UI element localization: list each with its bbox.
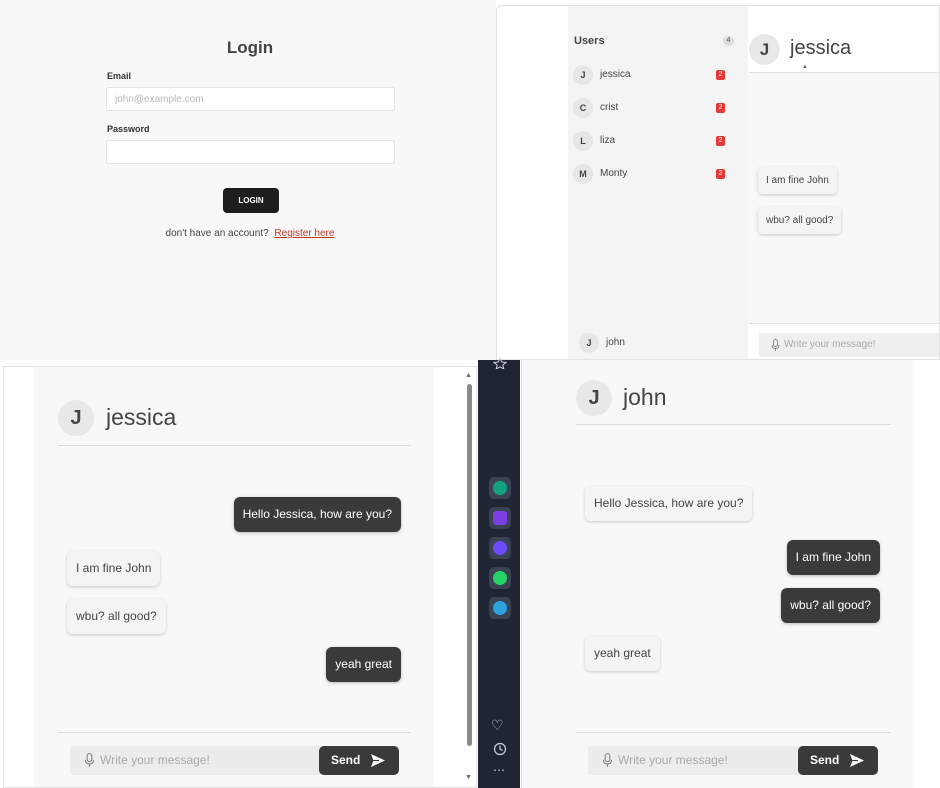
send-label: Send <box>331 753 361 767</box>
bookmark-star-icon[interactable] <box>493 357 507 369</box>
scroll-up-icon[interactable]: ▲ <box>802 64 808 70</box>
message-bubble-received: wbu? all good? <box>67 599 166 634</box>
message-bubble-sent: Hello Jessica, how are you? <box>233 497 401 532</box>
message-bubble: wbu? all good? <box>758 207 842 234</box>
send-arrow-icon <box>371 754 385 767</box>
telegram-icon[interactable] <box>489 597 511 619</box>
register-prompt: don't have an account? Register here <box>0 228 500 239</box>
chat-header-avatar: J <box>749 34 780 65</box>
browser-sidebar-dock: ♡ ⋯ <box>478 357 520 788</box>
send-arrow-icon <box>850 754 864 767</box>
chat-header-name: jessica <box>790 37 852 59</box>
microphone-icon[interactable] <box>771 339 780 352</box>
user-item-monty[interactable]: M Monty 2 <box>573 164 733 186</box>
unread-badge: 2 <box>716 103 725 113</box>
message-bubble-received: I am fine John <box>67 551 161 586</box>
microphone-icon[interactable] <box>602 753 613 768</box>
message-placeholder: Write your message! <box>784 339 876 350</box>
user-name: crist <box>600 102 619 113</box>
message-placeholder: Write your message! <box>618 753 728 767</box>
send-label: Send <box>810 753 840 767</box>
unread-badge: 2 <box>716 70 725 80</box>
input-divider <box>749 323 939 324</box>
send-button[interactable]: Send <box>319 746 399 775</box>
chat-header-avatar: J <box>576 380 612 416</box>
current-user: J john <box>579 333 739 355</box>
password-input[interactable] <box>106 140 395 164</box>
scroll-up-icon[interactable]: ▲ <box>465 372 472 379</box>
current-user-name: john <box>606 337 625 348</box>
email-input[interactable] <box>106 87 395 111</box>
message-bubble-received: yeah great <box>585 636 660 671</box>
send-button[interactable]: Send <box>798 746 878 775</box>
page-scrollbar[interactable] <box>467 384 472 746</box>
whatsapp-icon[interactable] <box>489 567 511 589</box>
avatar: M <box>573 164 593 184</box>
message-input[interactable]: Write your message! <box>70 746 324 775</box>
user-name: Monty <box>600 168 628 179</box>
users-sidebar: Users 4 J jessica 2 C crist 2 L liza 2 M… <box>568 6 808 359</box>
email-label: Email <box>107 71 132 81</box>
login-title: Login <box>226 38 274 57</box>
chat-header-avatar: J <box>58 400 94 436</box>
users-title: Users <box>574 35 605 47</box>
more-icon[interactable]: ⋯ <box>493 763 505 777</box>
favorites-icon[interactable]: ♡ <box>491 717 504 734</box>
chat-header-name: john <box>623 384 667 410</box>
register-link[interactable]: Register here <box>274 228 334 239</box>
login-button[interactable]: LOGIN <box>223 188 279 213</box>
message-bubble-sent: yeah great <box>326 647 401 682</box>
password-label: Password <box>107 124 150 134</box>
chat-jessica-window: J jessica Hello Jessica, how are you? I … <box>3 366 477 788</box>
message-bubble-received: Hello Jessica, how are you? <box>585 486 753 521</box>
no-account-text: don't have an account? <box>165 228 269 239</box>
avatar: J <box>579 333 599 353</box>
user-item-liza[interactable]: L liza 2 <box>573 131 733 153</box>
message-bubble-sent: I am fine John <box>786 540 880 575</box>
header-divider <box>576 424 891 425</box>
message-input[interactable]: Write your message! <box>588 746 804 775</box>
messenger-icon[interactable] <box>489 537 511 559</box>
avatar: J <box>573 65 593 85</box>
chat-header-name: jessica <box>106 404 177 430</box>
user-name: liza <box>600 135 616 146</box>
unread-badge: 2 <box>716 136 725 146</box>
user-item-crist[interactable]: C crist 2 <box>573 98 733 120</box>
login-panel: Login Email Password LOGIN don't have an… <box>0 0 496 360</box>
avatar: L <box>573 131 593 151</box>
input-divider <box>58 732 411 733</box>
scroll-down-icon[interactable]: ▼ <box>465 774 472 781</box>
avatar: C <box>573 98 593 118</box>
users-count-badge: 4 <box>723 36 734 46</box>
history-icon[interactable] <box>493 742 507 756</box>
copilot-icon[interactable] <box>489 507 511 529</box>
messages-area: I am fine John wbu? all good? <box>748 73 939 323</box>
unread-badge: 2 <box>716 169 725 179</box>
microphone-icon[interactable] <box>84 753 95 768</box>
input-divider <box>576 732 891 733</box>
message-input[interactable]: Write your message! <box>759 333 939 357</box>
message-bubble-sent: wbu? all good? <box>781 588 880 623</box>
user-item-jessica[interactable]: J jessica 2 <box>573 65 733 87</box>
chatgpt-icon[interactable] <box>489 477 511 499</box>
chat-sidebar-window: Users 4 J jessica 2 C crist 2 L liza 2 M… <box>496 5 940 360</box>
user-name: jessica <box>600 69 631 80</box>
header-divider <box>58 445 411 446</box>
message-placeholder: Write your message! <box>100 753 210 767</box>
message-bubble: I am fine John <box>758 167 837 194</box>
chat-john-window: J john Hello Jessica, how are you? I am … <box>521 360 940 788</box>
